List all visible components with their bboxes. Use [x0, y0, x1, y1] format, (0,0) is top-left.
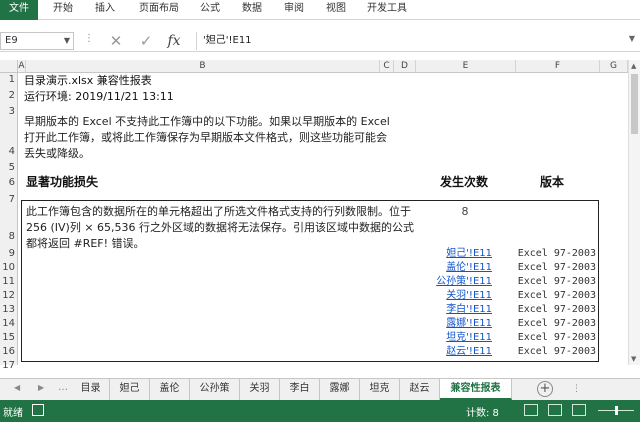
more-sheets-icon[interactable]: …: [58, 382, 68, 393]
next-sheet-icon[interactable]: ▶: [38, 383, 44, 392]
issue-link[interactable]: 赵云'!E11: [416, 345, 492, 359]
formula-bar: E9 ▼ ⋮ ✕ ✓ fx '妲己'!E11 ▼: [0, 30, 640, 52]
column-header-g[interactable]: G: [600, 60, 628, 73]
tab-home[interactable]: 开始: [48, 0, 78, 20]
row-header[interactable]: 15: [0, 331, 18, 345]
report-environment: 运行环境: 2019/11/21 13:11: [24, 90, 174, 103]
version-cell: Excel 97-2003: [517, 248, 596, 259]
zoom-slider-handle[interactable]: [615, 406, 618, 415]
row-header[interactable]: 2: [0, 89, 18, 103]
issue-message: 此工作簿包含的数据所在的单元格超出了所选文件格式支持的行列数限制。位于 256 …: [26, 205, 415, 250]
sheet-tab[interactable]: 妲己: [110, 379, 150, 400]
column-header-d[interactable]: D: [394, 60, 416, 73]
row-header[interactable]: 4: [0, 145, 18, 159]
row-header[interactable]: 9: [0, 247, 18, 261]
issue-link[interactable]: 妲己'!E11: [416, 247, 492, 261]
loss-header: 显著功能损失: [26, 175, 99, 189]
row-header[interactable]: 11: [0, 275, 18, 289]
name-box-value: E9: [5, 35, 18, 46]
row-header[interactable]: 17: [0, 359, 18, 373]
tab-insert[interactable]: 插入: [90, 0, 120, 20]
sheet-tab[interactable]: 公孙策: [190, 379, 240, 400]
tab-developer[interactable]: 开发工具: [362, 0, 412, 20]
tab-view[interactable]: 视图: [322, 0, 350, 20]
version-cell: Excel 97-2003: [517, 318, 596, 329]
status-ready: 就绪: [3, 408, 23, 419]
issue-link[interactable]: 公孙策'!E11: [416, 275, 492, 289]
scroll-down-icon[interactable]: ▼: [631, 355, 636, 363]
version-cell: Excel 97-2003: [517, 276, 596, 287]
page-layout-view-icon[interactable]: [548, 404, 562, 416]
column-header-c[interactable]: C: [380, 60, 394, 73]
cancel-icon[interactable]: ✕: [106, 31, 126, 51]
row-header[interactable]: 10: [0, 261, 18, 275]
sheet-tab-active[interactable]: 兼容性报表: [440, 379, 512, 400]
row-header[interactable]: 14: [0, 317, 18, 331]
tab-data[interactable]: 数据: [238, 0, 266, 20]
status-bar: 就绪 计数: 8: [0, 400, 640, 422]
formula-input[interactable]: '妲己'!E11: [196, 32, 618, 50]
normal-view-icon[interactable]: [524, 404, 538, 416]
issue-link[interactable]: 坦克'!E11: [416, 331, 492, 345]
tab-split-handle-icon[interactable]: ⋮: [572, 384, 581, 394]
page-break-view-icon[interactable]: [572, 404, 586, 416]
scroll-thumb[interactable]: [631, 74, 638, 134]
tab-review[interactable]: 审阅: [280, 0, 308, 20]
column-header-a[interactable]: A: [18, 60, 26, 73]
row-header[interactable]: 3: [0, 105, 18, 119]
version-cell: Excel 97-2003: [517, 332, 596, 343]
tab-formulas[interactable]: 公式: [196, 0, 224, 20]
chevron-down-icon[interactable]: ▼: [64, 33, 70, 49]
sheet-tab[interactable]: 关羽: [240, 379, 280, 400]
prev-sheet-icon[interactable]: ◀: [14, 383, 20, 392]
count-header: 发生次数: [440, 175, 489, 189]
issue-link[interactable]: 关羽'!E11: [416, 289, 492, 303]
version-cell: Excel 97-2003: [517, 290, 596, 301]
sheet-tab[interactable]: 坦克: [360, 379, 400, 400]
issue-link[interactable]: 李白'!E11: [416, 303, 492, 317]
row-header[interactable]: 6: [0, 176, 18, 190]
add-sheet-icon[interactable]: +: [537, 381, 553, 397]
row-header[interactable]: 1: [0, 73, 18, 87]
row-header[interactable]: 12: [0, 289, 18, 303]
enter-icon[interactable]: ✓: [136, 31, 156, 51]
macro-record-icon[interactable]: [32, 404, 44, 416]
column-header-e[interactable]: E: [416, 60, 516, 73]
name-box[interactable]: E9 ▼: [0, 32, 74, 50]
row-header[interactable]: 13: [0, 303, 18, 317]
row-header[interactable]: 16: [0, 345, 18, 359]
compatibility-note: 早期版本的 Excel 不支持此工作簿中的以下功能。如果以早期版本的 Excel…: [24, 115, 390, 160]
version-cell: Excel 97-2003: [517, 304, 596, 315]
vertical-scrollbar[interactable]: ▲ ▼: [628, 60, 640, 365]
status-count: 计数: 8: [466, 408, 499, 419]
ribbon-tabs: 文件 开始 插入 页面布局 公式 数据 审阅 视图 开发工具: [0, 0, 640, 20]
expand-formula-icon[interactable]: ▼: [629, 34, 635, 43]
sheet-tab[interactable]: 露娜: [320, 379, 360, 400]
report-title: 目录演示.xlsx 兼容性报表: [24, 74, 152, 87]
more-icon: ⋮: [84, 33, 94, 44]
sheet-tab[interactable]: 赵云: [400, 379, 440, 400]
version-cell: Excel 97-2003: [517, 262, 596, 273]
sheet-tab[interactable]: 李白: [280, 379, 320, 400]
row-header[interactable]: 7: [0, 193, 18, 207]
sheet-tab-bar: ◀ ▶ … 目录 妲己 盖伦 公孙策 关羽 李白 露娜 坦克 赵云 兼容性报表 …: [0, 378, 640, 400]
tab-file[interactable]: 文件: [0, 0, 38, 20]
column-header-b[interactable]: B: [26, 60, 380, 73]
scroll-up-icon[interactable]: ▲: [631, 62, 636, 70]
occurrence-count: 8: [461, 205, 469, 218]
insert-function-icon[interactable]: fx: [164, 31, 184, 51]
version-header: 版本: [540, 175, 565, 189]
sheet-tab[interactable]: 盖伦: [150, 379, 190, 400]
issue-link[interactable]: 盖伦'!E11: [416, 261, 492, 275]
issue-link[interactable]: 露娜'!E11: [416, 317, 492, 331]
column-header-f[interactable]: F: [516, 60, 600, 73]
version-cell: Excel 97-2003: [517, 346, 596, 357]
select-all-corner[interactable]: [0, 60, 18, 73]
row-header[interactable]: 8: [0, 230, 18, 244]
sheet-tab[interactable]: 目录: [72, 379, 110, 400]
tab-page-layout[interactable]: 页面布局: [134, 0, 184, 20]
row-header[interactable]: 5: [0, 161, 18, 175]
